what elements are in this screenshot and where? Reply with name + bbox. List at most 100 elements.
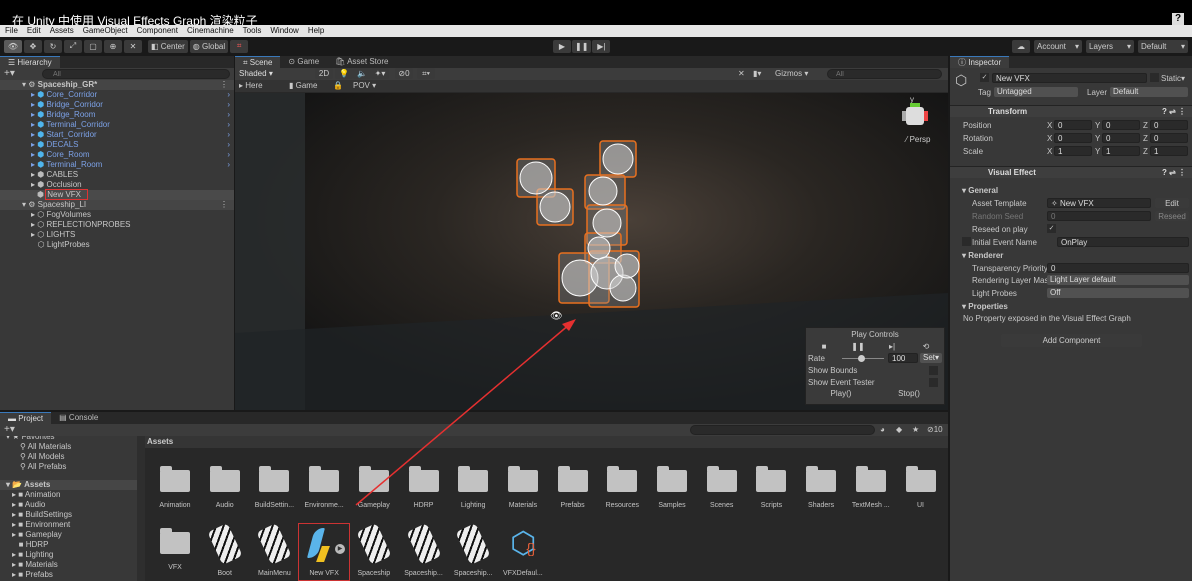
hierarchy-item[interactable]: ▸ ⬢ Terminal_Room › — [0, 160, 234, 170]
hierarchy-item[interactable]: ▸ ⬡ FogVolumes — [0, 210, 234, 220]
effects-icon[interactable]: ✦▾ — [371, 68, 389, 79]
hierarchy-item[interactable]: ⬢ New VFX — [0, 189, 234, 200]
pov-dropdown[interactable]: POV ▾ — [353, 81, 376, 90]
hierarchy-item[interactable]: ▸ ⬡ REFLECTIONPROBES — [0, 220, 234, 230]
folder-item[interactable]: ▸ ■ Gameplay — [0, 530, 137, 540]
initial-event-field[interactable]: OnPlay — [1057, 237, 1189, 247]
y-field[interactable]: 0 — [1102, 133, 1140, 143]
show-event-tester-checkbox[interactable] — [929, 378, 938, 387]
menu-component[interactable]: Component — [137, 25, 178, 37]
hierarchy-item[interactable]: ▸ ⬢ Bridge_Corridor › — [0, 100, 234, 110]
tab-scene[interactable]: ⌗ Scene — [235, 56, 281, 68]
assets-root[interactable]: ▾ 📂 Assets — [0, 480, 137, 490]
shading-dropdown[interactable]: Shaded ▾ — [236, 69, 310, 79]
hierarchy-item[interactable]: ▸ ⬢ CABLES — [0, 170, 234, 180]
lighting-icon[interactable]: 💡 — [335, 68, 353, 79]
transform-header[interactable]: Transform ? ⇌ ⋮ — [950, 105, 1192, 117]
menu-edit[interactable]: Edit — [27, 25, 41, 37]
help-icon[interactable]: ? — [1172, 13, 1184, 25]
asset-prefab[interactable]: Spaceship — [349, 523, 399, 580]
set-dropdown[interactable]: Set▾ — [920, 353, 942, 363]
asset-template-field[interactable]: ✧ New VFX — [1047, 198, 1151, 208]
menu-cinemachine[interactable]: Cinemachine — [187, 25, 234, 37]
rate-field[interactable]: 100 — [888, 353, 918, 363]
asset-folder[interactable]: Scenes — [697, 462, 747, 509]
folder-item[interactable]: ▸ ■ Prefabs — [0, 570, 137, 580]
pause-button[interactable]: ❚❚ — [572, 40, 592, 53]
name-field[interactable]: New VFX — [992, 73, 1147, 83]
vfx-step-icon[interactable]: ▸| — [876, 341, 908, 351]
view-tool-icon[interactable]: 👁 — [4, 39, 22, 53]
folder-item[interactable]: ▸ ■ Lighting — [0, 550, 137, 560]
x-field[interactable]: 1 — [1054, 146, 1092, 156]
project-breadcrumb[interactable]: Assets — [145, 436, 948, 448]
hierarchy-search-input[interactable] — [42, 69, 230, 79]
folder-item[interactable]: ▸ ■ Audio — [0, 500, 137, 510]
folder-item[interactable]: ▸ ■ Environment — [0, 520, 137, 530]
tools-icon[interactable]: ✕ — [738, 69, 745, 78]
scene-root[interactable]: ▾ ⚙ Spaceship_LI ⋮ — [0, 200, 234, 210]
asset-folder[interactable]: Environme... — [299, 462, 349, 509]
favorite-item[interactable]: ⚲ All Prefabs — [0, 462, 137, 472]
tab-asset-store[interactable]: 🛍 Asset Store — [327, 56, 397, 68]
asset-folder[interactable]: Lighting — [448, 462, 498, 509]
hierarchy-item[interactable]: ▸ ⬢ Occlusion — [0, 180, 234, 190]
rate-slider[interactable] — [842, 355, 884, 362]
folder-item[interactable]: ▸ ■ Materials — [0, 560, 137, 570]
asset-folder[interactable]: HDRP — [399, 462, 449, 509]
gizmos-dropdown[interactable]: Gizmos ▾ — [775, 69, 808, 78]
random-seed-field[interactable]: 0 — [1047, 211, 1151, 221]
vfx-restart-icon[interactable]: ⟲ — [910, 341, 942, 351]
scene-search-input[interactable] — [827, 69, 942, 79]
menu-assets[interactable]: Assets — [50, 25, 74, 37]
scene-viewport[interactable]: 👁 y ⁄ Persp Play Controls ■ ❚❚ ▸| ⟲ Rate 10… — [235, 93, 948, 410]
z-field[interactable]: 0 — [1150, 133, 1188, 143]
tab-inspector[interactable]: ⓘ Inspector — [950, 56, 1010, 68]
cloud-icon[interactable]: ☁ — [1012, 40, 1030, 53]
asset-prefab[interactable]: Spaceship... — [448, 523, 498, 580]
asset-folder[interactable]: Resources — [597, 462, 647, 509]
tree-scrollbar[interactable] — [137, 436, 145, 581]
menu-file[interactable]: File — [5, 25, 18, 37]
x-field[interactable]: 0 — [1054, 133, 1092, 143]
scale-tool-icon[interactable]: ⤢ — [64, 39, 82, 53]
folder-item[interactable]: ▸ ■ BuildSettings — [0, 510, 137, 520]
step-button[interactable]: ▶| — [592, 40, 611, 53]
y-field[interactable]: 1 — [1102, 146, 1140, 156]
asset-folder[interactable]: Animation — [150, 462, 200, 509]
transform-tool-icon[interactable]: ⊕ — [104, 39, 122, 53]
layout-dropdown[interactable]: Default ▾ — [1138, 40, 1188, 53]
initial-event-checkbox[interactable] — [962, 237, 971, 246]
hierarchy-item[interactable]: ▸ ⬢ Core_Corridor › — [0, 90, 234, 100]
vfx-pause-icon[interactable]: ❚❚ — [842, 341, 874, 351]
orientation-gizmo[interactable]: y ⁄ Persp — [898, 95, 938, 145]
asset-folder[interactable]: BuildSettin... — [249, 462, 299, 509]
asset-prefab[interactable]: Boot — [200, 523, 250, 580]
static-checkbox[interactable] — [1150, 73, 1159, 82]
show-bounds-checkbox[interactable] — [929, 366, 938, 375]
camera-dropdown[interactable]: ▮▾ — [753, 69, 761, 78]
add-icon[interactable]: +▾ — [4, 68, 15, 79]
transparency-priority-field[interactable]: 0 — [1047, 263, 1189, 273]
hierarchy-item[interactable]: ⬡ LightProbes — [0, 240, 234, 250]
pivot-center-button[interactable]: ◧ Center — [148, 39, 188, 53]
vfx-stop-icon[interactable]: ■ — [808, 341, 840, 351]
account-dropdown[interactable]: Account ▾ — [1034, 40, 1082, 53]
z-field[interactable]: 1 — [1150, 146, 1188, 156]
folder-item[interactable]: ■ HDRP — [0, 540, 137, 550]
asset-folder[interactable]: Samples — [647, 462, 697, 509]
static-dropdown[interactable]: Static▾ — [1161, 74, 1185, 83]
tab-game[interactable]: ⊙ Game — [280, 56, 328, 68]
rect-tool-icon[interactable]: ▢ — [84, 39, 102, 53]
asset-folder[interactable]: Materials — [498, 462, 548, 509]
here-button[interactable]: ▸ Here — [239, 81, 263, 90]
scene-root[interactable]: ▾ ⚙ Spaceship_GR* ⋮ — [0, 80, 234, 90]
tab-hierarchy[interactable]: ☰ Hierarchy — [0, 56, 60, 68]
rendering-layer-dropdown[interactable]: Light Layer default — [1047, 275, 1189, 285]
tab-project[interactable]: ▬ Project — [0, 412, 52, 424]
layers-dropdown[interactable]: Layers ▾ — [1086, 40, 1134, 53]
renderer-foldout[interactable]: ▾ Renderer — [962, 251, 1003, 260]
tab-console[interactable]: ▤ Console — [51, 412, 107, 424]
asset-folder[interactable]: Audio — [200, 462, 250, 509]
asset-prefab[interactable]: Spaceship... — [399, 523, 449, 580]
